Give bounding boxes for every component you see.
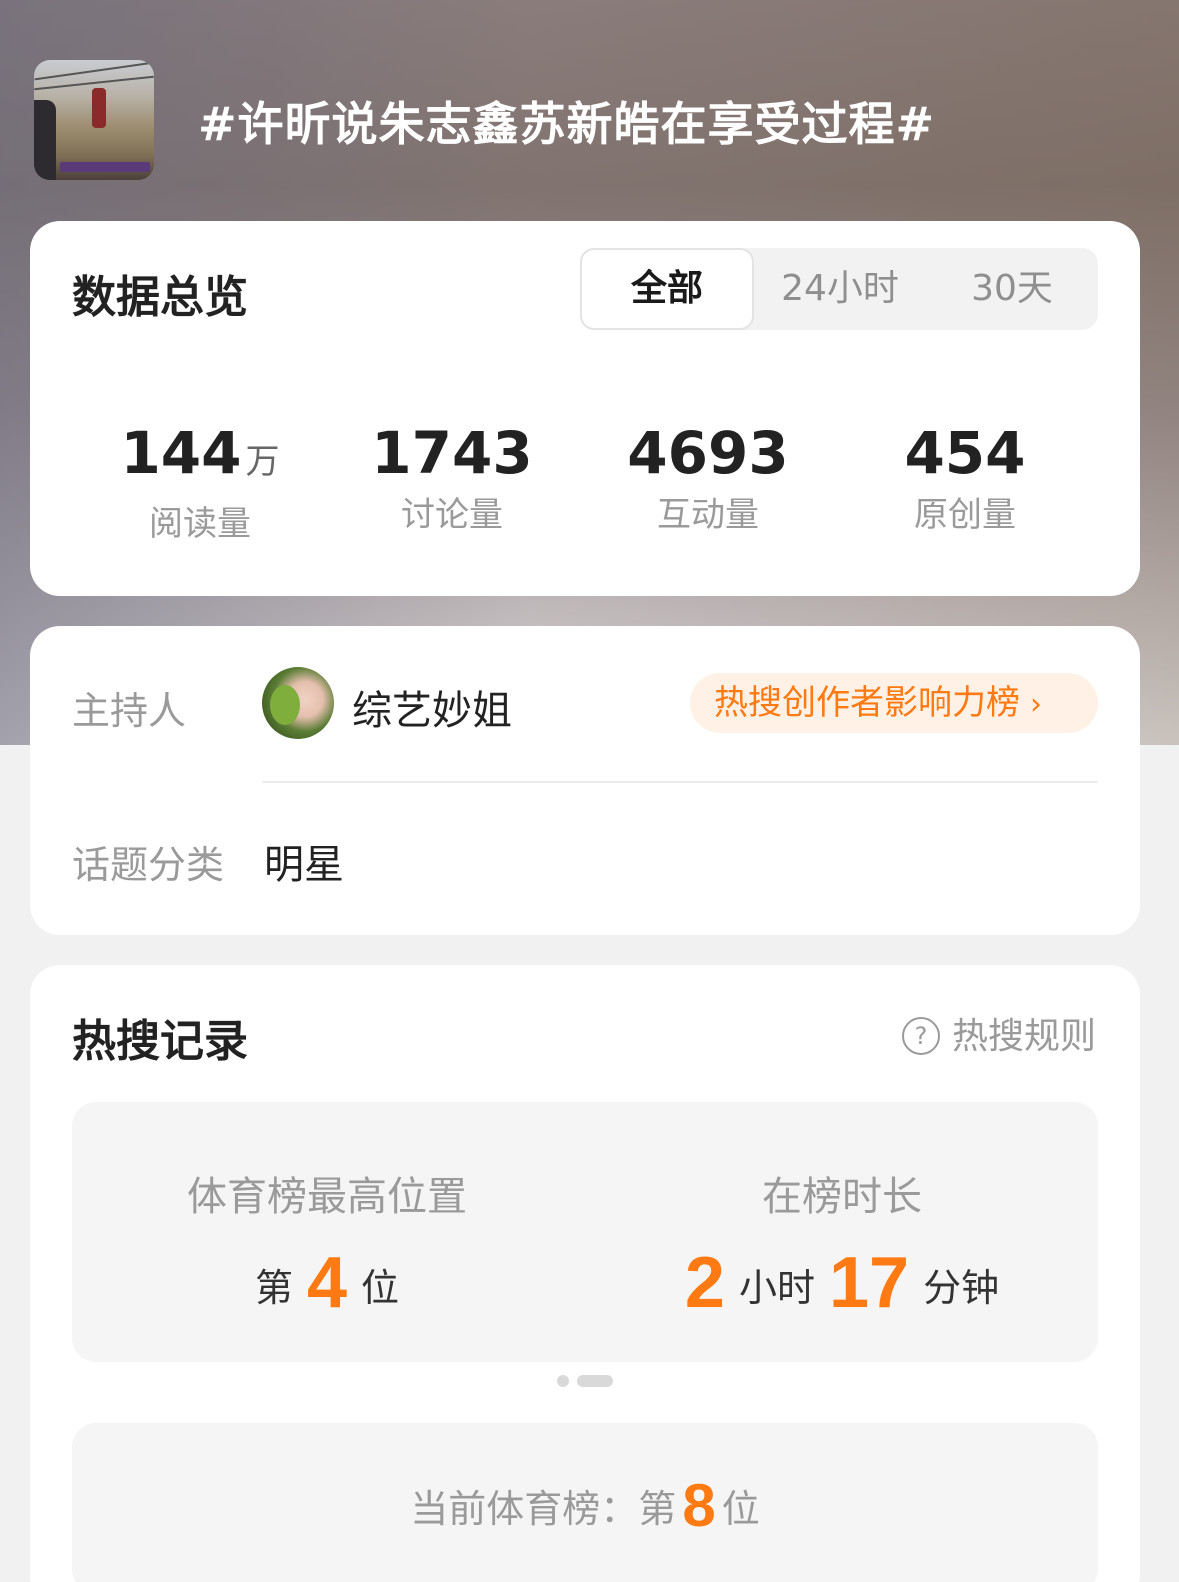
overview-title: 数据总览	[72, 272, 248, 323]
current-rank-prefix: 第	[638, 1487, 677, 1531]
current-rank-panel: 当前体育榜：第 8 位	[72, 1423, 1098, 1582]
stat-label: 互动量	[657, 495, 759, 535]
question-icon: ?	[902, 1017, 940, 1055]
stat-value: 1743	[371, 419, 533, 487]
hot-stats-panel[interactable]: 体育榜最高位置 第4位 在榜时长 2 小时 17 分钟	[72, 1102, 1098, 1362]
highest-number: 4	[306, 1243, 348, 1323]
thumbnail-foreground	[34, 100, 56, 180]
pager-dot-active	[577, 1375, 613, 1387]
duration-title: 在榜时长	[762, 1174, 922, 1220]
duration-hours-unit: 小时	[738, 1266, 815, 1310]
stat-originals: 454 原创量	[845, 421, 1085, 535]
highest-position-value: 第4位	[77, 1242, 577, 1324]
topic-title: #许昕说朱志鑫苏新皓在享受过程#	[198, 97, 936, 151]
topic-header: #许昕说朱志鑫苏新皓在享受过程#	[34, 60, 1144, 180]
current-rank-label: 当前体育榜：	[410, 1487, 639, 1531]
stat-value: 144	[120, 419, 242, 487]
tab-24h[interactable]: 24小时	[754, 248, 926, 330]
tab-all[interactable]: 全部	[580, 248, 754, 330]
highest-prefix: 第	[254, 1266, 293, 1310]
stat-reads: 144 万 阅读量	[80, 421, 320, 544]
category-value[interactable]: 明星	[264, 832, 344, 890]
time-range-tabs: 全部 24小时 30天	[580, 248, 1098, 330]
stat-value-wrap: 144 万	[80, 421, 320, 494]
host-label: 主持人	[72, 689, 187, 733]
current-rank-line: 当前体育榜：第 8 位	[72, 1471, 1098, 1540]
host-name[interactable]: 综艺妙姐	[352, 678, 512, 736]
thumbnail-caption-band	[60, 162, 150, 172]
duration-minutes-unit: 分钟	[923, 1266, 1000, 1310]
highest-position-title: 体育榜最高位置	[187, 1174, 467, 1220]
pager-dot	[557, 1375, 569, 1387]
chevron-right-icon: ›	[1030, 687, 1042, 722]
stat-discussions: 1743 讨论量	[332, 421, 572, 535]
stat-interactions: 4693 互动量	[588, 421, 828, 535]
duration-hours: 2	[684, 1243, 725, 1323]
stat-value: 454	[904, 419, 1026, 487]
avatar[interactable]	[262, 667, 334, 739]
host-card: 主持人 综艺妙姐 热搜创作者影响力榜 › 话题分类 明星	[30, 626, 1140, 935]
hot-search-record-card: 热搜记录 ? 热搜规则 体育榜最高位置 第4位 在榜时长 2 小时 17 分钟 当前体育…	[30, 965, 1140, 1582]
category-label: 话题分类	[72, 843, 225, 887]
highest-suffix: 位	[361, 1266, 400, 1310]
duration-minutes: 17	[828, 1243, 910, 1323]
hot-rules-label: 热搜规则	[952, 1016, 1097, 1057]
current-rank-suffix: 位	[721, 1487, 760, 1531]
stat-label: 原创量	[914, 495, 1016, 535]
topic-thumbnail-image[interactable]	[34, 60, 154, 180]
current-rank-number: 8	[682, 1472, 716, 1539]
stat-label: 阅读量	[149, 504, 251, 544]
stat-unit: 万	[245, 442, 280, 482]
avatar-toy	[270, 685, 300, 725]
hot-rules-link[interactable]: ? 热搜规则	[902, 1007, 1096, 1059]
tab-30d[interactable]: 30天	[926, 248, 1098, 330]
pager-dots[interactable]	[557, 1375, 617, 1387]
stat-value: 4693	[627, 419, 789, 487]
duration-value: 2 小时 17 分钟	[592, 1242, 1092, 1324]
stat-label: 讨论量	[401, 495, 503, 535]
thumbnail-figure	[92, 88, 106, 128]
creator-rank-label: 热搜创作者影响力榜	[714, 683, 1020, 723]
creator-rank-link[interactable]: 热搜创作者影响力榜 ›	[690, 673, 1098, 733]
data-overview-card: 数据总览 全部 24小时 30天 144 万 阅读量 1743 讨论量 4693 …	[30, 221, 1140, 596]
divider	[262, 781, 1098, 783]
hot-record-title: 热搜记录	[72, 1016, 248, 1067]
